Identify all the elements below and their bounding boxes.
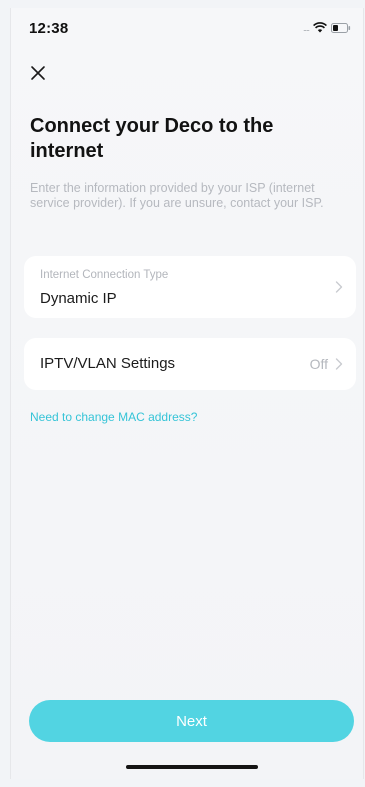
next-button[interactable]: Next	[29, 700, 354, 742]
status-icons: ....	[303, 22, 351, 33]
chevron-right-icon	[335, 281, 343, 293]
battery-icon	[331, 22, 351, 33]
home-indicator	[126, 765, 258, 769]
wifi-icon	[313, 22, 327, 33]
status-bar: 12:38 ....	[11, 8, 363, 50]
chevron-right-icon	[335, 358, 343, 370]
iptv-vlan-settings-row[interactable]: IPTV/VLAN Settings Off	[24, 338, 356, 390]
close-button[interactable]	[25, 60, 51, 86]
change-mac-address-link[interactable]: Need to change MAC address?	[30, 410, 197, 424]
connection-type-label: Internet Connection Type	[40, 269, 169, 281]
connection-type-value: Dynamic IP	[40, 290, 117, 307]
status-time: 12:38	[29, 20, 69, 37]
page-title: Connect your Deco to the internet	[30, 115, 274, 162]
page-description: Enter the information provided by your I…	[30, 181, 324, 210]
iptv-vlan-label: IPTV/VLAN Settings	[40, 355, 176, 372]
iptv-vlan-status: Off	[309, 356, 328, 372]
signal-icon: ....	[302, 22, 310, 33]
close-icon	[31, 66, 45, 80]
app-screen: 12:38 .... Connect your Deco to the inte…	[10, 8, 364, 779]
connection-type-row[interactable]: Internet Connection Type Dynamic IP	[24, 256, 356, 318]
